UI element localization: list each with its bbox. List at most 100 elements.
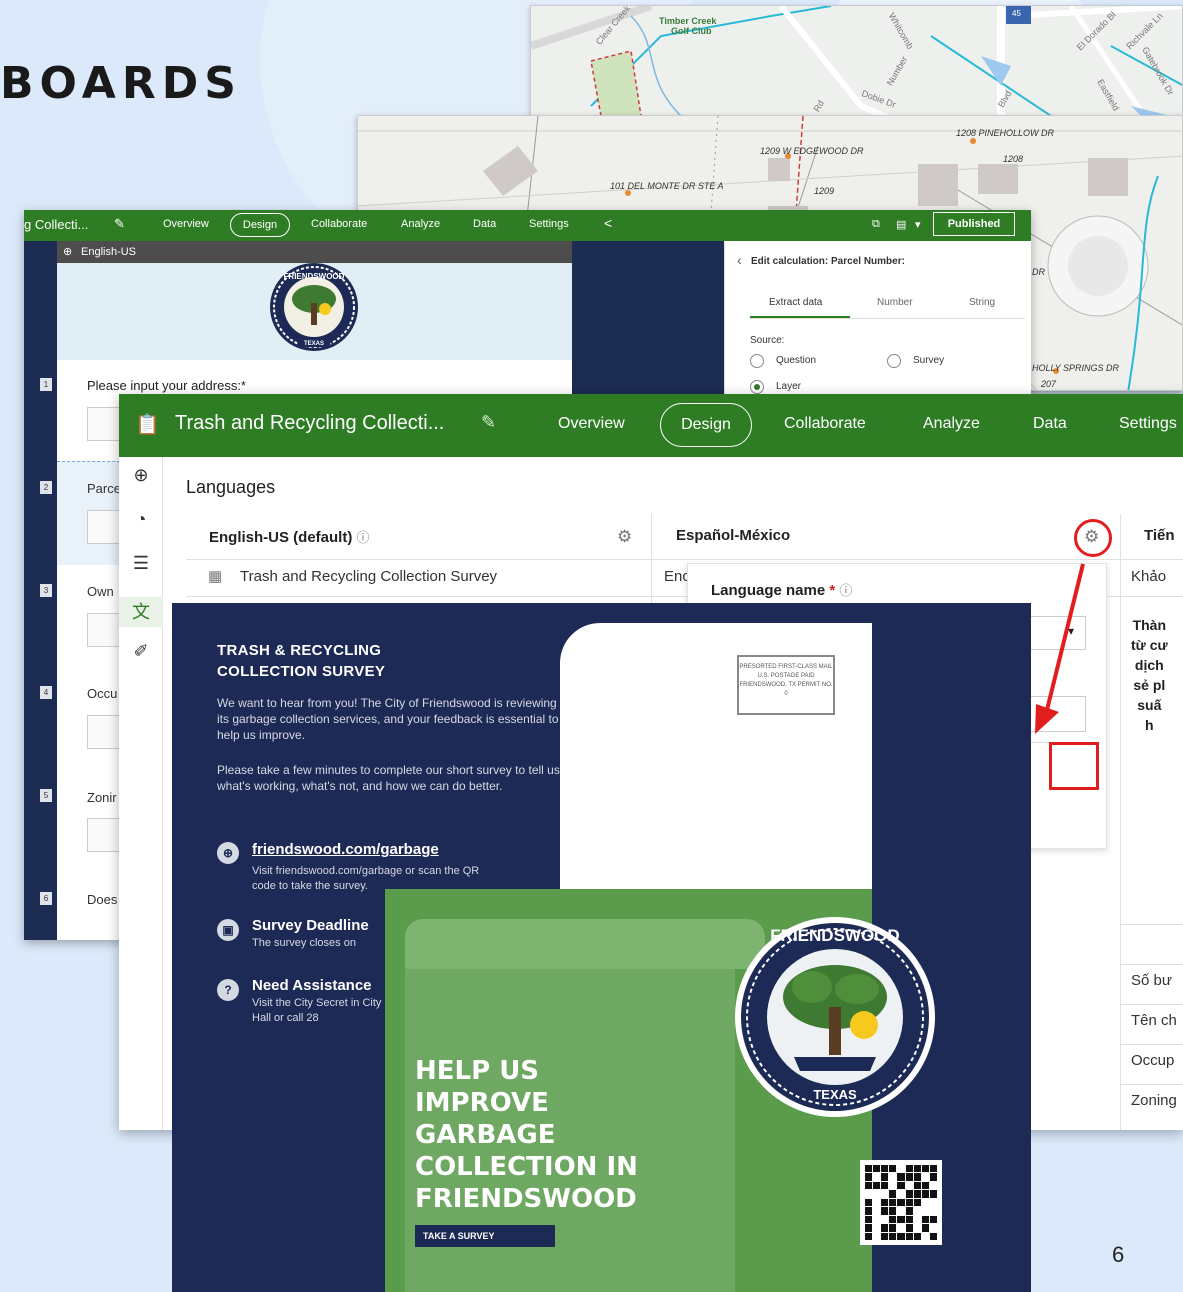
svg-text:TEXAS: TEXAS xyxy=(304,341,324,347)
table-cell[interactable]: Zoning xyxy=(1131,1092,1177,1109)
qr-module xyxy=(929,1165,937,1173)
headline-line: FRIENDSWOOD xyxy=(415,1184,637,1214)
qr-module xyxy=(865,1190,873,1198)
qr-module xyxy=(873,1198,881,1207)
friendswood-logo: FRIENDSWOOD TEXAS xyxy=(270,263,358,351)
tab-collaborate[interactable]: Collaborate xyxy=(311,218,367,230)
map-label: HOLLY SPRINGS DR xyxy=(1032,363,1120,373)
map-label: 1208 xyxy=(1003,154,1024,164)
tab-design[interactable]: Design xyxy=(660,403,752,447)
tab-design[interactable]: Design xyxy=(230,213,290,237)
tab-overview[interactable]: Overview xyxy=(558,415,625,433)
radio-survey-label: Survey xyxy=(913,355,945,366)
slide-title: BOARDS xyxy=(0,58,242,109)
survey-app-title: Trash and Recycling Collecti... xyxy=(175,412,445,434)
postcard-intro: We want to hear from you! The City of Fr… xyxy=(217,696,559,742)
tab-data[interactable]: Data xyxy=(473,218,496,230)
back-chevron-icon[interactable]: ‹ xyxy=(737,252,742,268)
qr-code-grid xyxy=(865,1165,937,1240)
qr-module xyxy=(873,1224,881,1232)
qr-module xyxy=(905,1173,913,1181)
tab-string[interactable]: String xyxy=(969,297,995,308)
options-sliders-icon[interactable]: ☰ xyxy=(119,553,163,574)
question-number: 2 xyxy=(40,481,52,494)
tab-settings[interactable]: Settings xyxy=(529,218,569,230)
take-survey-button[interactable]: TAKE A SURVEY xyxy=(415,1225,555,1247)
qr-module xyxy=(873,1232,881,1240)
question-label-occupancy: Occu xyxy=(87,686,118,701)
qr-module xyxy=(905,1198,913,1207)
source-label: Source: xyxy=(750,335,785,346)
qr-module xyxy=(897,1173,905,1181)
qr-module xyxy=(905,1207,913,1215)
table-divider xyxy=(186,559,1183,560)
radio-survey[interactable] xyxy=(887,354,901,368)
qr-module xyxy=(889,1181,897,1190)
qr-module xyxy=(929,1232,937,1240)
add-question-icon[interactable]: ⊕ xyxy=(119,465,163,486)
qr-module xyxy=(929,1181,937,1190)
table-cell[interactable]: Occup xyxy=(1131,1052,1174,1069)
qr-module xyxy=(865,1207,873,1215)
qr-code[interactable] xyxy=(860,1160,942,1245)
headline-line: GARBAGE xyxy=(415,1120,556,1150)
qr-module xyxy=(913,1215,921,1224)
map-label: 1209 xyxy=(814,186,835,196)
qr-module xyxy=(921,1215,929,1224)
qr-module xyxy=(881,1215,889,1224)
preview-icon[interactable]: ⧉ xyxy=(872,218,880,231)
tab-analyze[interactable]: Analyze xyxy=(923,415,980,433)
assist-sub: Visit the City Secret in City Hall or ca… xyxy=(252,997,382,1024)
help-icon[interactable]: ⓘ xyxy=(357,530,370,545)
mailer-postcard: TRASH & RECYCLING COLLECTION SURVEY We w… xyxy=(172,603,1031,1292)
question-label-address: Please input your address:* xyxy=(87,378,246,393)
tab-settings[interactable]: Settings xyxy=(1119,415,1177,433)
table-cell[interactable]: Trash and Recycling Collection Survey xyxy=(240,568,497,585)
table-cell[interactable]: Số bư xyxy=(1131,972,1172,989)
help-icon[interactable]: ⓘ xyxy=(839,583,852,598)
survey123-top-bar: 📋 Trash and Recycling Collecti... ✎ Over… xyxy=(119,394,1183,457)
rules-edit-icon[interactable]: ✐ xyxy=(119,641,163,662)
dropdown-chevron-icon[interactable]: ▾ xyxy=(915,218,921,231)
table-divider xyxy=(1120,924,1183,925)
tab-data[interactable]: Data xyxy=(1033,415,1067,433)
tab-overview[interactable]: Overview xyxy=(163,218,209,230)
qr-module xyxy=(881,1224,889,1232)
languages-translate-icon[interactable]: 文 xyxy=(119,597,163,627)
question-number-strip: 1 2 3 4 5 6 xyxy=(24,241,57,940)
edit-title-pencil-icon[interactable]: ✎ xyxy=(114,216,125,232)
panel-header: Edit calculation: Parcel Number: xyxy=(751,256,905,267)
save-icon[interactable]: ▤ xyxy=(896,218,906,231)
tab-number[interactable]: Number xyxy=(877,297,913,308)
qr-module xyxy=(921,1224,929,1232)
gear-icon[interactable]: ⚙ xyxy=(617,527,632,547)
table-cell[interactable]: Khảo xyxy=(1131,568,1166,585)
design-tool-sidebar: ⊕ ◔ ☰ 文 ✐ xyxy=(119,457,163,1130)
text-line: từ cư xyxy=(1131,637,1168,653)
qr-module xyxy=(929,1198,937,1207)
column-divider xyxy=(1120,514,1121,1130)
tab-collaborate[interactable]: Collaborate xyxy=(784,415,866,433)
qr-module xyxy=(905,1165,913,1173)
friendswood-seal: FRIENDSWOOD TEXAS xyxy=(735,917,935,1117)
edit-title-pencil-icon[interactable]: ✎ xyxy=(481,412,496,433)
tab-analyze[interactable]: Analyze xyxy=(401,218,440,230)
survey-link[interactable]: friendswood.com/garbage xyxy=(252,841,439,858)
designer-canvas-margin xyxy=(572,241,724,411)
radio-layer[interactable] xyxy=(750,380,764,394)
appearance-palette-icon[interactable]: ◔ xyxy=(119,509,163,530)
published-button[interactable]: Published xyxy=(933,212,1015,236)
help-question-icon: ? xyxy=(217,979,239,1001)
qr-module xyxy=(897,1181,905,1190)
radio-question[interactable] xyxy=(750,354,764,368)
table-cell[interactable]: Tên ch xyxy=(1131,1012,1177,1029)
qr-module xyxy=(913,1173,921,1181)
share-icon[interactable]: < xyxy=(604,215,612,231)
qr-module xyxy=(921,1173,929,1181)
table-cell[interactable]: Enc xyxy=(664,568,690,585)
page-title: Languages xyxy=(186,477,276,497)
qr-module xyxy=(921,1165,929,1173)
tab-extract-data[interactable]: Extract data xyxy=(769,297,822,308)
language-selector[interactable]: ⊕ English-US xyxy=(57,241,572,263)
designer-top-bar: g Collecti... ✎ Overview Design Collabor… xyxy=(24,210,1031,241)
